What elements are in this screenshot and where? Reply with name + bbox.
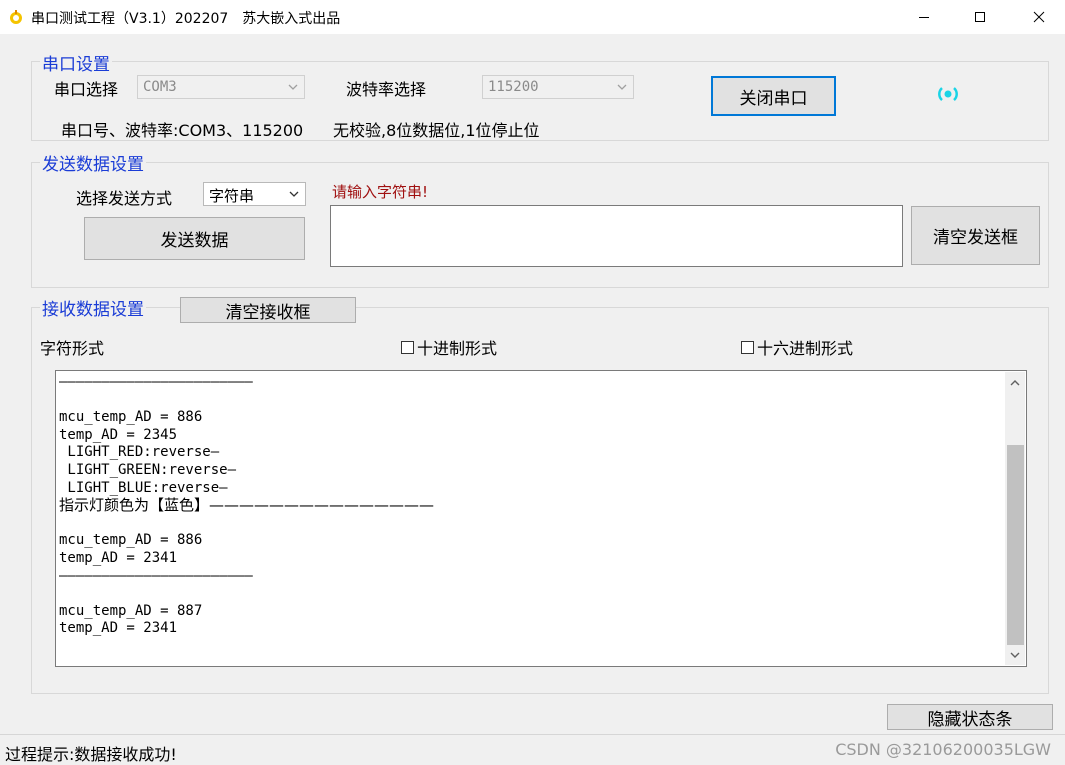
- chevron-down-icon[interactable]: [1009, 650, 1021, 660]
- minimize-button[interactable]: [901, 0, 947, 34]
- chevron-down-icon: [288, 84, 298, 90]
- scroll-thumb[interactable]: [1007, 445, 1024, 645]
- hex-format-label: 十六进制形式: [757, 339, 854, 358]
- send-input[interactable]: [330, 205, 903, 267]
- clear-send-button[interactable]: 清空发送框: [911, 206, 1040, 265]
- chevron-down-icon: [289, 191, 299, 197]
- chevron-up-icon[interactable]: [1009, 378, 1021, 388]
- receive-line: LIGHT_RED:reverse—: [59, 444, 220, 461]
- app-icon: [8, 9, 24, 25]
- send-settings-title: 发送数据设置: [40, 150, 146, 175]
- hex-format-checkbox[interactable]: 十六进制形式: [741, 335, 853, 359]
- send-mode-label: 选择发送方式: [76, 189, 173, 208]
- receive-line: temp_AD = 2341: [59, 549, 178, 566]
- port-baud-info: 串口号、波特率:COM3、115200: [61, 121, 304, 140]
- receive-line: mcu_temp_AD = 886: [59, 409, 203, 426]
- chevron-down-icon: [617, 84, 627, 90]
- close-port-button[interactable]: 关闭串口: [711, 76, 836, 116]
- receive-line: mcu_temp_AD = 886: [59, 532, 203, 549]
- receive-content: ——————————————————————— mcu_temp_AD = 88…: [59, 371, 999, 661]
- receive-line: ———————————————————————: [59, 567, 253, 584]
- maximize-button[interactable]: [957, 0, 1003, 34]
- baud-label: 波特率选择: [346, 80, 427, 99]
- receive-line: LIGHT_BLUE:reverse—: [59, 479, 228, 496]
- status-text: 过程提示:数据接收成功!: [5, 745, 177, 764]
- connection-status-icon: [934, 84, 962, 104]
- baud-select-value: 115200: [488, 79, 539, 95]
- receive-line: LIGHT_GREEN:reverse—: [59, 461, 237, 478]
- receive-textbox[interactable]: ——————————————————————— mcu_temp_AD = 88…: [55, 370, 1027, 667]
- decimal-format-label: 十进制形式: [417, 339, 498, 358]
- clear-receive-button[interactable]: 清空接收框: [180, 297, 356, 323]
- receive-line: [59, 585, 999, 603]
- receive-settings-title: 接收数据设置: [40, 295, 146, 320]
- decimal-format-checkbox[interactable]: 十进制形式: [401, 335, 497, 359]
- checkbox-icon: [741, 340, 754, 354]
- receive-line: 指示灯颜色为【蓝色】———————————————: [59, 496, 435, 515]
- send-mode-select[interactable]: 字符串: [203, 182, 306, 206]
- serial-settings-title: 串口设置: [40, 50, 112, 75]
- receive-line: [59, 515, 999, 533]
- close-button[interactable]: [1016, 0, 1062, 34]
- hide-status-button[interactable]: 隐藏状态条: [887, 704, 1053, 730]
- receive-line: [59, 392, 999, 410]
- port-select[interactable]: COM3: [137, 75, 305, 99]
- send-data-button[interactable]: 发送数据: [84, 217, 305, 260]
- send-mode-value: 字符串: [209, 187, 255, 205]
- port-label: 串口选择: [54, 80, 119, 99]
- watermark: CSDN @32106200035LGW: [835, 740, 1051, 759]
- window-title: 串口测试工程（V3.1）202207 苏大嵌入式出品: [31, 11, 341, 27]
- receive-line: mcu_temp_AD = 887: [59, 602, 203, 619]
- receive-line: ———————————————————————: [59, 374, 253, 390]
- status-bar: 过程提示:数据接收成功! CSDN @32106200035LGW: [0, 734, 1065, 765]
- input-hint: 请输入字符串!: [332, 183, 429, 201]
- checkbox-icon: [401, 340, 414, 354]
- port-select-value: COM3: [143, 79, 177, 95]
- receive-line: temp_AD = 2341: [59, 620, 178, 637]
- char-format-label: 字符形式: [40, 339, 105, 358]
- title-bar: 串口测试工程（V3.1）202207 苏大嵌入式出品: [0, 0, 1065, 34]
- baud-select[interactable]: 115200: [482, 75, 634, 99]
- data-format-info: 无校验,8位数据位,1位停止位: [333, 121, 540, 140]
- receive-line: temp_AD = 2345: [59, 426, 178, 443]
- receive-scrollbar[interactable]: [1005, 372, 1025, 665]
